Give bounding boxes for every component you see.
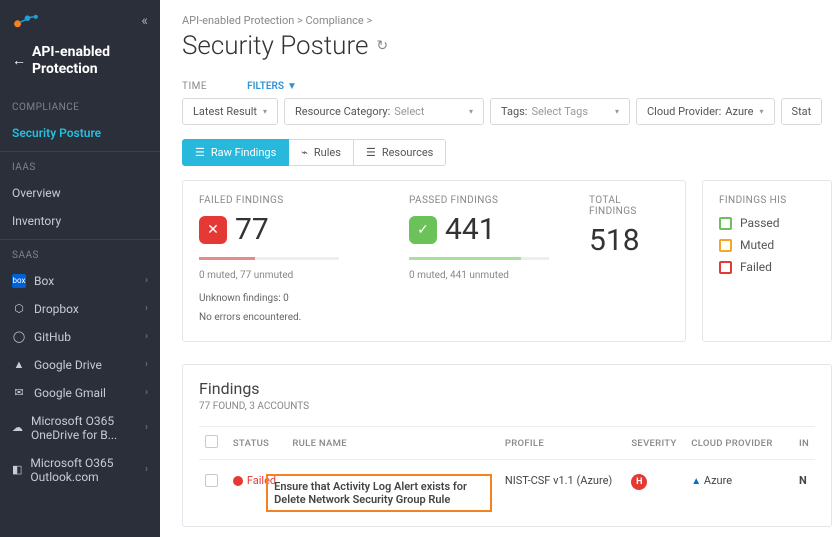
sidebar-item-outlook[interactable]: ◧Microsoft O365 Outlook.com ›	[0, 449, 160, 491]
cloud-provider-dropdown[interactable]: Cloud Provider: Azure ▾	[636, 98, 775, 125]
passed-shield-icon: ✓	[409, 216, 437, 244]
chevron-right-icon: ›	[145, 275, 148, 286]
chevron-right-icon: ›	[145, 359, 148, 370]
chevron-right-icon: ›	[145, 387, 148, 398]
tags-dropdown[interactable]: Tags: Select Tags ▾	[490, 98, 630, 125]
legend-passed: Passed	[719, 216, 815, 230]
sidebar-item-onedrive[interactable]: ☁Microsoft O365 OneDrive for B... ›	[0, 407, 160, 449]
severity-badge: H	[631, 474, 647, 490]
filters-label[interactable]: FILTERS ▼	[247, 81, 297, 92]
dropbox-icon: ⬡	[12, 302, 26, 316]
sidebar-item-inventory[interactable]: Inventory	[0, 207, 160, 235]
sidebar-group-saas: SAAS	[0, 239, 160, 267]
time-label: TIME	[182, 81, 207, 92]
total-findings-value: 518	[589, 223, 640, 258]
stats-card: FAILED FINDINGS ✕ 77 0 muted, 77 unmuted…	[182, 180, 686, 342]
unknown-findings: Unknown findings: 0	[199, 293, 369, 304]
failed-bar	[199, 257, 339, 260]
findings-title: Findings	[199, 379, 815, 398]
col-provider[interactable]: CLOUD PROVIDER	[685, 427, 793, 460]
page-title: Security Posture ↻	[182, 31, 832, 61]
findings-table: STATUS RULE NAME PROFILE SEVERITY CLOUD …	[199, 426, 815, 526]
failed-findings-label: FAILED FINDINGS	[199, 195, 369, 206]
caret-down-icon: ▼	[287, 81, 297, 92]
rule-name: Ensure that Activity Log Alert exists fo…	[274, 480, 484, 506]
sidebar-item-gmail[interactable]: ✉Google Gmail ›	[0, 379, 160, 407]
profile-cell: NIST-CSF v1.1 (Azure)	[499, 460, 625, 527]
legend-title: FINDINGS HIS	[719, 195, 815, 206]
caret-down-icon: ▾	[469, 107, 473, 116]
tab-rules[interactable]: ⌁ Rules	[289, 139, 354, 166]
gmail-icon: ✉	[12, 386, 26, 400]
sidebar-group-iaas: IAAS	[0, 151, 160, 179]
outlook-icon: ◧	[12, 463, 22, 477]
sidebar: « ← API-enabled Protection COMPLIANCE Se…	[0, 0, 160, 537]
chevron-right-icon: ›	[145, 464, 148, 475]
tab-resources[interactable]: ☰ Resources	[354, 139, 446, 166]
caret-down-icon: ▾	[760, 107, 764, 116]
box-icon: box	[12, 274, 26, 288]
sidebar-item-overview[interactable]: Overview	[0, 179, 160, 207]
failed-dot-icon	[233, 476, 243, 486]
gdrive-icon: ▲	[12, 358, 26, 372]
passed-findings-label: PASSED FINDINGS	[409, 195, 549, 206]
resource-category-dropdown[interactable]: Resource Category: Select ▾	[284, 98, 484, 125]
sidebar-item-gdrive[interactable]: ▲Google Drive ›	[0, 351, 160, 379]
sidebar-item-github[interactable]: ◯GitHub ›	[0, 323, 160, 351]
chevron-right-icon: ›	[145, 331, 148, 342]
sidebar-item-box[interactable]: boxBox ›	[0, 267, 160, 295]
breadcrumb[interactable]: API-enabled Protection > Compliance >	[182, 14, 832, 27]
refresh-icon[interactable]: ↻	[376, 38, 388, 54]
errors-text: No errors encountered.	[199, 312, 369, 323]
in-cell: N	[793, 460, 815, 527]
tag-icon: ⌁	[301, 146, 308, 159]
app-logo	[12, 12, 40, 30]
main-content: API-enabled Protection > Compliance > Se…	[160, 0, 832, 537]
list-icon: ☰	[195, 146, 205, 159]
legend-failed: Failed	[719, 260, 815, 274]
resource-icon: ☰	[366, 146, 376, 159]
status-dropdown[interactable]: Stat	[781, 98, 823, 125]
sidebar-item-dropbox[interactable]: ⬡Dropbox ›	[0, 295, 160, 323]
findings-subtitle: 77 FOUND, 3 ACCOUNTS	[199, 401, 815, 412]
failed-findings-value: 77	[235, 212, 269, 247]
sidebar-collapse-icon[interactable]: «	[141, 13, 148, 29]
azure-icon: ▲	[691, 476, 701, 487]
findings-panel: Findings 77 FOUND, 3 ACCOUNTS STATUS RUL…	[182, 364, 832, 527]
col-status[interactable]: STATUS	[227, 427, 287, 460]
legend-card: FINDINGS HIS Passed Muted Failed	[702, 180, 832, 342]
back-arrow-icon: ←	[12, 52, 26, 69]
failed-sub: 0 muted, 77 unmuted	[199, 270, 369, 281]
caret-down-icon: ▾	[615, 107, 619, 116]
passed-findings-value: 441	[445, 212, 496, 247]
col-rule[interactable]: RULE NAME	[286, 427, 499, 460]
provider-cell: ▲ Azure	[685, 460, 793, 527]
table-row[interactable]: Failed Ensure that Activity Log Alert ex…	[199, 460, 815, 527]
tab-raw-findings[interactable]: ☰ Raw Findings	[182, 139, 289, 166]
col-in[interactable]: IN	[793, 427, 815, 460]
col-severity[interactable]: SEVERITY	[625, 427, 685, 460]
passed-sub: 0 muted, 441 unmuted	[409, 270, 549, 281]
select-all-checkbox[interactable]	[205, 435, 218, 448]
sidebar-back[interactable]: ← API-enabled Protection	[0, 38, 160, 92]
failed-shield-icon: ✕	[199, 216, 227, 244]
passed-bar	[409, 257, 549, 260]
view-toggles: ☰ Raw Findings ⌁ Rules ☰ Resources	[182, 139, 832, 166]
col-profile[interactable]: PROFILE	[499, 427, 625, 460]
caret-down-icon: ▾	[263, 107, 267, 116]
github-icon: ◯	[12, 330, 26, 344]
chevron-right-icon: ›	[145, 303, 148, 314]
chevron-right-icon: ›	[145, 422, 148, 433]
row-checkbox[interactable]	[205, 474, 218, 487]
sidebar-item-security-posture[interactable]: Security Posture	[0, 119, 160, 147]
time-dropdown[interactable]: Latest Result▾	[182, 98, 278, 125]
legend-muted: Muted	[719, 238, 815, 252]
onedrive-icon: ☁	[12, 421, 23, 435]
total-findings-label: TOTAL FINDINGS	[589, 195, 669, 217]
sidebar-back-title: API-enabled Protection	[32, 44, 148, 78]
sidebar-group-compliance: COMPLIANCE	[0, 92, 160, 119]
